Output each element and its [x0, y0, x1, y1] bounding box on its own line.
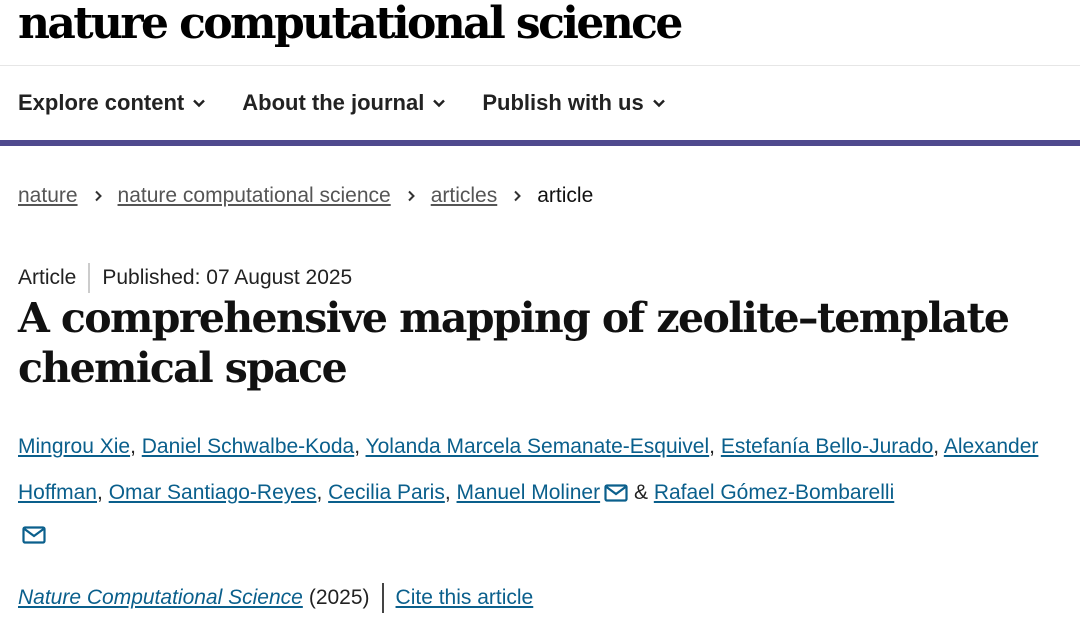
author-link[interactable]: Daniel Schwalbe-Koda	[142, 435, 354, 458]
article-type: Article	[18, 266, 77, 289]
chevron-down-icon	[652, 99, 665, 108]
cite-divider	[381, 583, 384, 613]
breadcrumb-journal[interactable]: nature computational science	[118, 184, 391, 208]
citation-line: Nature Computational Science (2025) Cite…	[18, 583, 533, 613]
publication-year: (2025)	[308, 586, 370, 609]
author-ampersand: &	[633, 481, 648, 504]
author-link[interactable]: Omar Santiago-Reyes	[109, 481, 317, 504]
breadcrumb-articles[interactable]: articles	[431, 184, 498, 208]
author-separator: ,	[354, 435, 361, 458]
nav-about-journal[interactable]: About the journal	[242, 90, 446, 116]
article-title: A comprehensive mapping of zeolite–templ…	[18, 294, 1010, 392]
chevron-down-icon	[193, 99, 206, 108]
mail-icon[interactable]	[604, 484, 628, 502]
chevron-down-icon	[433, 99, 446, 108]
author-separator: ,	[97, 481, 103, 504]
chevron-right-icon	[92, 190, 104, 202]
author-list: Mingrou Xie, Daniel Schwalbe-Koda, Yolan…	[18, 424, 1068, 550]
author-link[interactable]: Mingrou Xie	[18, 435, 130, 458]
cite-article-link[interactable]: Cite this article	[396, 586, 534, 610]
chevron-right-icon	[511, 190, 523, 202]
nav-publish-with-us[interactable]: Publish with us	[482, 90, 665, 116]
author-link[interactable]: Cecilia Paris	[328, 481, 445, 504]
published-date: Published: 07 August 2025	[102, 266, 353, 289]
author-separator: ,	[444, 481, 451, 504]
author-separator: ,	[709, 435, 715, 458]
breadcrumb: nature nature computational science arti…	[18, 184, 593, 208]
author-link[interactable]: Rafael Gómez-Bombarelli	[654, 481, 894, 504]
author-separator: ,	[933, 435, 940, 458]
author-link[interactable]: Yolanda Marcela Semanate-Esquivel	[366, 435, 710, 458]
breadcrumb-nature[interactable]: nature	[18, 184, 78, 208]
nav-item-label: Explore content	[18, 90, 185, 115]
masthead: nature computational science	[0, 0, 1080, 66]
mail-icon[interactable]	[22, 526, 46, 544]
author-link[interactable]: Estefanía Bello-Jurado	[721, 435, 933, 458]
main-nav: Explore content About the journal Publis…	[0, 66, 1080, 146]
meta-divider	[88, 263, 91, 293]
author-link[interactable]: Manuel Moliner	[457, 481, 601, 504]
breadcrumb-current: article	[537, 184, 594, 207]
article-meta: Article Published: 07 August 2025	[18, 263, 352, 293]
journal-link[interactable]: Nature Computational Science	[18, 586, 303, 610]
author-separator: ,	[316, 481, 323, 504]
nav-item-label: Publish with us	[482, 90, 644, 115]
author-separator: ,	[130, 435, 136, 458]
chevron-right-icon	[405, 190, 417, 202]
nav-explore-content[interactable]: Explore content	[18, 90, 206, 116]
nav-item-label: About the journal	[242, 90, 425, 115]
site-logo[interactable]: nature computational science	[18, 0, 683, 49]
